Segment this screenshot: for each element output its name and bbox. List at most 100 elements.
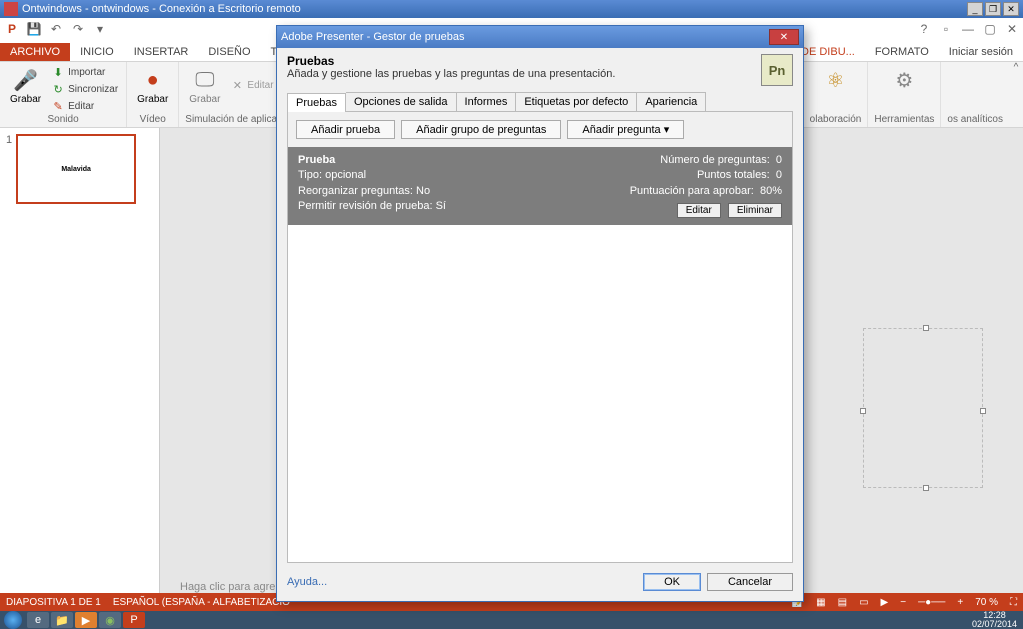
- collab-button[interactable]: ⚛: [810, 64, 862, 96]
- quiz-edit-button[interactable]: Editar: [677, 203, 721, 218]
- ribbon-group-tools: ⚙ Herramientas: [868, 62, 941, 127]
- tab-informes[interactable]: Informes: [457, 92, 517, 111]
- record-label: Grabar: [10, 94, 41, 105]
- dialog-titlebar[interactable]: Adobe Presenter - Gestor de pruebas ✕: [277, 26, 803, 48]
- quiz-manager-dialog: Adobe Presenter - Gestor de pruebas ✕ Pr…: [276, 25, 804, 602]
- record-video-button[interactable]: ● Grabar: [133, 64, 172, 107]
- group-label-video: Vídeo: [133, 114, 172, 125]
- ribbon-collapse-button[interactable]: ^: [1009, 62, 1023, 127]
- tools-button[interactable]: ⚙: [874, 64, 934, 96]
- ppt-restore-button[interactable]: ▢: [981, 22, 999, 36]
- edit-icon: ✎: [51, 99, 65, 113]
- slideshow-view-icon[interactable]: ▶: [881, 597, 889, 608]
- ribbon-help-icon[interactable]: ?: [915, 22, 933, 36]
- rdp-titlebar: Ontwindows - ontwindows - Conexión a Esc…: [0, 0, 1023, 18]
- taskbar-explorer-icon[interactable]: 📁: [51, 612, 73, 628]
- taskbar: e 📁 ▶ ◉ P 12:28 02/07/2014: [0, 611, 1023, 629]
- group-label-collab: olaboración: [810, 114, 862, 125]
- qat-save-icon[interactable]: 💾: [24, 19, 44, 39]
- ppt-close-button[interactable]: ✕: [1003, 22, 1021, 36]
- tab-home[interactable]: INICIO: [70, 43, 124, 61]
- start-button[interactable]: [4, 611, 22, 629]
- dialog-toolbar: Añadir prueba Añadir grupo de preguntas …: [288, 112, 792, 147]
- help-link[interactable]: Ayuda...: [287, 576, 327, 588]
- add-quiz-button[interactable]: Añadir prueba: [296, 120, 395, 139]
- tab-insert[interactable]: INSERTAR: [124, 43, 199, 61]
- rdp-min-button[interactable]: _: [967, 2, 983, 16]
- zoom-out-button[interactable]: −: [900, 597, 906, 608]
- slide-preview: Malavida: [16, 134, 136, 204]
- status-language[interactable]: ESPAÑOL (ESPAÑA - ALFABETIZACIÓ: [113, 597, 290, 608]
- dialog-subheading: Añada y gestione las pruebas y las pregu…: [287, 68, 615, 80]
- slide-title-text: Malavida: [61, 166, 91, 173]
- taskbar-clock[interactable]: 12:28 02/07/2014: [966, 611, 1023, 629]
- tab-format[interactable]: FORMATO: [865, 43, 939, 61]
- taskbar-ie-icon[interactable]: e: [27, 612, 49, 628]
- zoom-value[interactable]: 70 %: [975, 597, 998, 608]
- ppt-min-button[interactable]: —: [959, 22, 977, 36]
- edit-audio-button[interactable]: ✎Editar: [49, 98, 120, 114]
- record-audio-button[interactable]: 🎤 Grabar: [6, 64, 45, 114]
- quiz-item[interactable]: Prueba Tipo: opcional Reorganizar pregun…: [288, 147, 792, 225]
- tab-etiquetas[interactable]: Etiquetas por defecto: [516, 92, 637, 111]
- rdp-close-button[interactable]: ✕: [1003, 2, 1019, 16]
- tab-file[interactable]: ARCHIVO: [0, 43, 70, 61]
- ok-button[interactable]: OK: [643, 573, 701, 591]
- tab-salida[interactable]: Opciones de salida: [346, 92, 457, 111]
- collab-icon: ⚛: [822, 66, 850, 94]
- qat-more-icon[interactable]: ▾: [90, 19, 110, 39]
- dialog-header: Pruebas Añada y gestione las pruebas y l…: [277, 48, 803, 92]
- taskbar-media-icon[interactable]: ▶: [75, 612, 97, 628]
- slide-number: 1: [6, 134, 12, 204]
- tab-design[interactable]: DISEÑO: [198, 43, 260, 61]
- qat-redo-icon[interactable]: ↷: [68, 19, 88, 39]
- presenter-logo: Pn: [761, 54, 793, 86]
- tab-apariencia[interactable]: Apariencia: [637, 92, 706, 111]
- thumbnail-pane[interactable]: 1 Malavida: [0, 128, 160, 599]
- add-question-button[interactable]: Añadir pregunta: [567, 120, 684, 139]
- zoom-slider[interactable]: ─●──: [918, 597, 945, 608]
- quiz-delete-button[interactable]: Eliminar: [728, 203, 782, 218]
- edit-sim-icon: ✕: [230, 79, 244, 93]
- import-icon: ⬇: [51, 65, 65, 79]
- dialog-body: Añadir prueba Añadir grupo de preguntas …: [287, 111, 793, 563]
- normal-view-icon[interactable]: ▦: [816, 597, 825, 608]
- sync-icon: ↻: [51, 82, 65, 96]
- taskbar-android-icon[interactable]: ◉: [99, 612, 121, 628]
- record-icon: ●: [139, 66, 167, 94]
- zoom-in-button[interactable]: +: [957, 597, 963, 608]
- edit-sim-button[interactable]: ✕Editar: [228, 64, 275, 107]
- sorter-view-icon[interactable]: ▤: [838, 597, 847, 608]
- slide-thumbnail[interactable]: 1 Malavida: [6, 134, 153, 204]
- status-slide-count: DIAPOSITIVA 1 DE 1: [6, 597, 101, 608]
- group-label-tools: Herramientas: [874, 114, 934, 125]
- fit-view-icon[interactable]: ⛶: [1010, 597, 1017, 608]
- ribbon-group-collab: ⚛ olaboración: [804, 62, 869, 127]
- reading-view-icon[interactable]: ▭: [859, 597, 868, 608]
- sign-in-link[interactable]: Iniciar sesión: [939, 43, 1023, 61]
- dialog-tabs: Pruebas Opciones de salida Informes Etiq…: [277, 92, 803, 111]
- screen-icon: 🖵: [191, 66, 219, 94]
- mic-icon: 🎤: [12, 66, 40, 94]
- qat-undo-icon[interactable]: ↶: [46, 19, 66, 39]
- tab-pruebas[interactable]: Pruebas: [287, 93, 346, 112]
- group-label-analytics: os analíticos: [947, 114, 1003, 125]
- sync-button[interactable]: ↻Sincronizar: [49, 81, 120, 97]
- dialog-heading: Pruebas: [287, 54, 615, 68]
- taskbar-powerpoint-icon[interactable]: P: [123, 612, 145, 628]
- record-sim-button[interactable]: 🖵 Grabar: [185, 64, 224, 107]
- right-pane: [833, 128, 1023, 599]
- ribbon-group-sound: 🎤 Grabar ⬇Importar ↻Sincronizar ✎Editar …: [0, 62, 127, 127]
- rdp-max-button[interactable]: ❐: [985, 2, 1001, 16]
- gear-icon: ⚙: [890, 66, 918, 94]
- dialog-close-button[interactable]: ✕: [769, 29, 799, 45]
- import-button[interactable]: ⬇Importar: [49, 64, 120, 80]
- add-group-button[interactable]: Añadir grupo de preguntas: [401, 120, 561, 139]
- ribbon-group-analytics: os analíticos: [941, 62, 1009, 127]
- ppt-app-icon[interactable]: P: [2, 19, 22, 39]
- placeholder-object[interactable]: [863, 328, 983, 488]
- ribbon-collapse-icon[interactable]: ▫: [937, 22, 955, 36]
- quiz-title: Prueba: [298, 153, 446, 168]
- notes-placeholder[interactable]: Haga clic para agre: [180, 581, 275, 593]
- cancel-button[interactable]: Cancelar: [707, 573, 793, 591]
